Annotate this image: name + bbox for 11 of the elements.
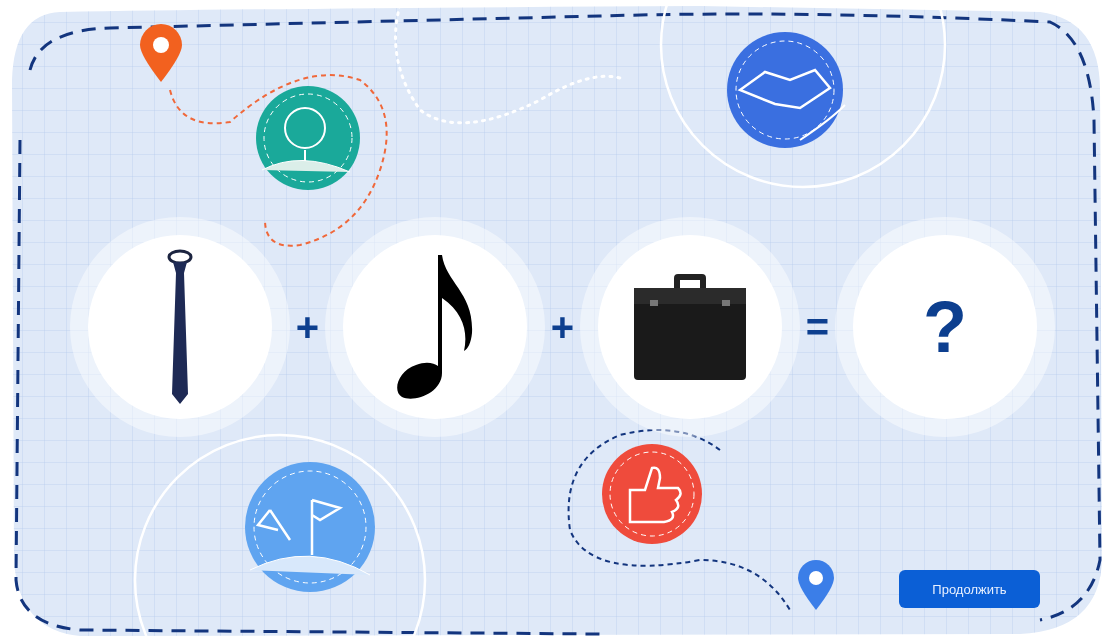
operator-sign: + (294, 304, 321, 350)
briefcase-icon (632, 272, 748, 382)
flags-sticker-icon (245, 462, 375, 592)
location-pin-icon (140, 24, 182, 82)
continue-button[interactable]: Продолжить (899, 570, 1040, 608)
location-pin-icon (798, 560, 834, 610)
operator-sign: + (549, 304, 576, 350)
question-mark: ? (923, 286, 967, 368)
thumbs-up-sticker-icon (602, 444, 702, 544)
operator-sign: = (804, 304, 831, 350)
globe-sticker-icon (256, 86, 360, 190)
